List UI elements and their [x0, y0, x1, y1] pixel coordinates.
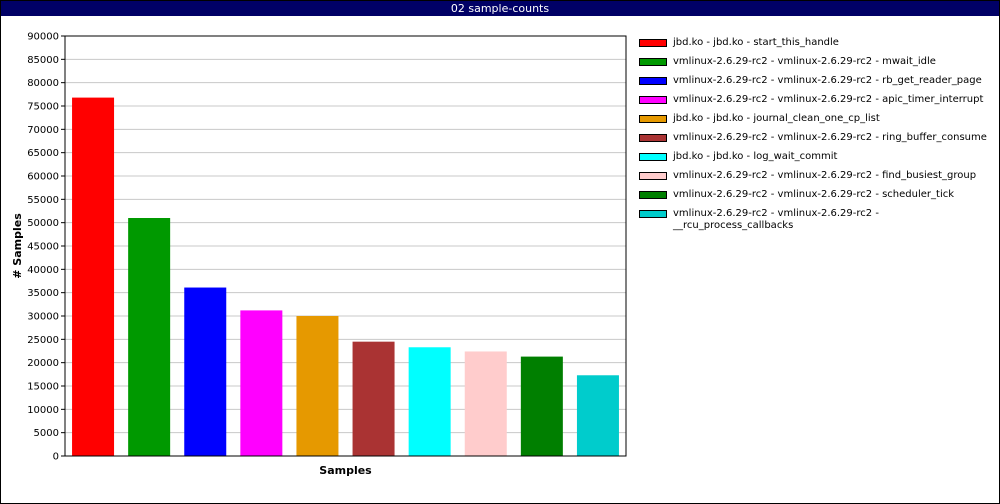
y-tick-label: 75000	[27, 102, 59, 113]
legend-item: vmlinux-2.6.29-rc2 - vmlinux-2.6.29-rc2 …	[639, 75, 989, 87]
legend-swatch	[639, 39, 667, 47]
legend-label: vmlinux-2.6.29-rc2 - vmlinux-2.6.29-rc2 …	[673, 75, 982, 86]
legend-swatch	[639, 115, 667, 123]
legend-swatch	[639, 77, 667, 85]
legend-label: vmlinux-2.6.29-rc2 - vmlinux-2.6.29-rc2 …	[673, 94, 984, 105]
y-tick-label: 20000	[27, 358, 59, 369]
y-tick-label: 30000	[27, 312, 59, 323]
legend-label: vmlinux-2.6.29-rc2 - vmlinux-2.6.29-rc2 …	[673, 132, 987, 143]
bar	[408, 347, 451, 456]
y-tick-label: 55000	[27, 195, 59, 206]
y-tick-label: 5000	[34, 428, 59, 439]
y-tick-label: 40000	[27, 265, 59, 276]
legend-swatch	[639, 153, 667, 161]
legend-label: jbd.ko - jbd.ko - start_this_handle	[673, 37, 839, 48]
chart-legend: jbd.ko - jbd.ko - start_this_handlevmlin…	[639, 37, 989, 239]
bar	[128, 218, 171, 456]
bar	[576, 375, 619, 456]
y-tick-label: 70000	[27, 125, 59, 136]
y-tick-label: 10000	[27, 405, 59, 416]
y-tick-label: 90000	[27, 32, 59, 43]
legend-label: vmlinux-2.6.29-rc2 - vmlinux-2.6.29-rc2 …	[673, 189, 955, 200]
legend-swatch	[639, 58, 667, 66]
legend-item: vmlinux-2.6.29-rc2 - vmlinux-2.6.29-rc2 …	[639, 189, 989, 201]
legend-label: jbd.ko - jbd.ko - journal_clean_one_cp_l…	[673, 113, 880, 124]
bar	[184, 287, 227, 456]
bar	[296, 316, 339, 456]
y-tick-label: 25000	[27, 335, 59, 346]
legend-swatch	[639, 191, 667, 199]
legend-item: jbd.ko - jbd.ko - start_this_handle	[639, 37, 989, 49]
legend-item: jbd.ko - jbd.ko - journal_clean_one_cp_l…	[639, 113, 989, 125]
legend-label: vmlinux-2.6.29-rc2 - vmlinux-2.6.29-rc2 …	[673, 170, 977, 181]
legend-item: vmlinux-2.6.29-rc2 - vmlinux-2.6.29-rc2 …	[639, 56, 989, 68]
legend-label: vmlinux-2.6.29-rc2 - vmlinux-2.6.29-rc2 …	[673, 56, 936, 67]
legend-label: vmlinux-2.6.29-rc2 - vmlinux-2.6.29-rc2 …	[673, 208, 879, 231]
legend-item: jbd.ko - jbd.ko - log_wait_commit	[639, 151, 989, 163]
legend-item: vmlinux-2.6.29-rc2 - vmlinux-2.6.29-rc2 …	[639, 208, 989, 232]
legend-label: jbd.ko - jbd.ko - log_wait_commit	[673, 151, 838, 162]
legend-swatch	[639, 96, 667, 104]
y-tick-label: 85000	[27, 55, 59, 66]
x-axis-label: Samples	[319, 464, 372, 477]
legend-item: vmlinux-2.6.29-rc2 - vmlinux-2.6.29-rc2 …	[639, 94, 989, 106]
y-tick-label: 35000	[27, 288, 59, 299]
legend-item: vmlinux-2.6.29-rc2 - vmlinux-2.6.29-rc2 …	[639, 132, 989, 144]
y-tick-label: 45000	[27, 242, 59, 253]
bar	[240, 310, 283, 456]
bar	[464, 351, 507, 456]
y-tick-label: 80000	[27, 78, 59, 89]
y-tick-label: 65000	[27, 148, 59, 159]
y-tick-label: 15000	[27, 382, 59, 393]
y-tick-label: 50000	[27, 218, 59, 229]
y-tick-label: 60000	[27, 172, 59, 183]
y-axis-label: # Samples	[11, 213, 24, 279]
chart-window: 02 sample-counts 0 5000 10000 15000 20000 250…	[0, 0, 1000, 504]
bar	[352, 341, 395, 456]
y-tick-label: 0	[53, 452, 59, 463]
bar	[72, 97, 115, 456]
legend-swatch	[639, 172, 667, 180]
legend-swatch	[639, 210, 667, 218]
legend-item: vmlinux-2.6.29-rc2 - vmlinux-2.6.29-rc2 …	[639, 170, 989, 182]
bar	[520, 356, 563, 456]
legend-swatch	[639, 134, 667, 142]
